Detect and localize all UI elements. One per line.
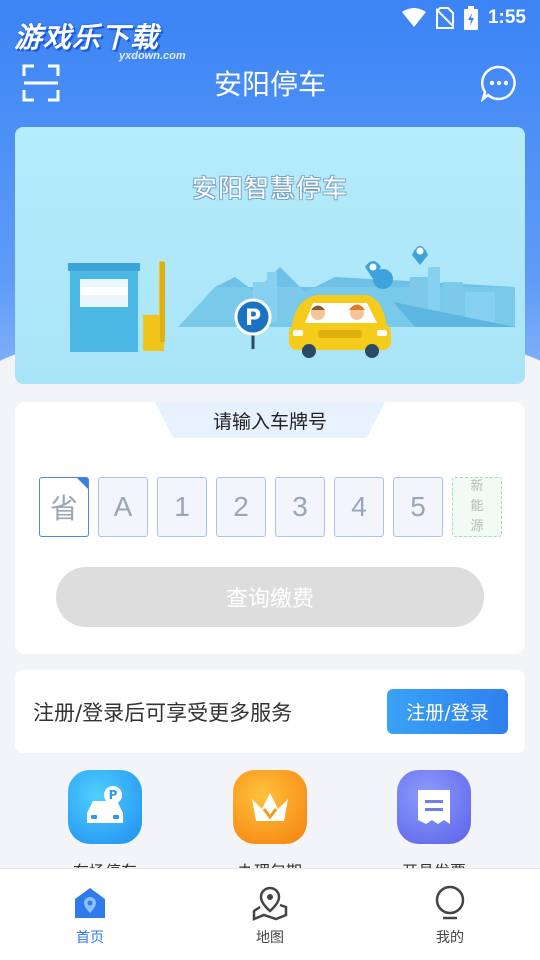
crown-icon — [233, 770, 307, 844]
banner[interactable]: P 安阳智慧停车 — [15, 127, 525, 384]
no-sim-icon — [435, 7, 454, 29]
app-bar: 安阳停车 — [0, 58, 540, 108]
nav-profile-label: 我的 — [436, 930, 464, 946]
bottom-nav: 首页 地图 我的 — [0, 868, 540, 960]
nav-profile[interactable]: 我的 — [360, 869, 540, 960]
feature-parking[interactable]: P 在场停车 — [45, 770, 165, 882]
plate-cell-new-energy[interactable]: 新 能 源 — [452, 477, 502, 537]
map-icon — [252, 886, 288, 921]
plate-input-tab: 请输入车牌号 — [155, 402, 385, 438]
watermark-logo: 游戏乐下载 yxdown.com — [14, 16, 186, 62]
new-energy-char-3: 源 — [470, 519, 484, 534]
battery-icon — [463, 6, 478, 30]
scan-icon[interactable] — [22, 64, 60, 102]
new-energy-char-2: 能 — [470, 499, 484, 514]
feature-grid: P 在场停车 办理包期 开具发票 — [0, 770, 540, 881]
banner-illustration: P — [68, 246, 515, 358]
plate-cell-4[interactable]: 2 — [216, 477, 266, 537]
nav-map[interactable]: 地图 — [180, 869, 360, 960]
plate-cell-6[interactable]: 4 — [334, 477, 384, 537]
svg-text:P: P — [245, 306, 261, 331]
query-payment-button[interactable]: 查询缴费 — [56, 567, 484, 627]
new-energy-char-1: 新 — [470, 479, 484, 494]
plate-cell-3[interactable]: 1 — [157, 477, 207, 537]
plate-cells: 省 A 1 2 3 4 5 新 能 源 — [39, 477, 502, 537]
nav-home-label: 首页 — [76, 930, 104, 946]
nav-map-label: 地图 — [256, 930, 284, 946]
plate-cell-7[interactable]: 5 — [393, 477, 443, 537]
plate-cell-province[interactable]: 省 — [39, 477, 89, 537]
nav-home[interactable]: 首页 — [0, 869, 180, 960]
invoice-icon — [397, 770, 471, 844]
svg-text:P: P — [109, 788, 118, 802]
register-login-button[interactable]: 注册/登录 — [387, 689, 508, 734]
message-more-icon[interactable] — [480, 64, 518, 102]
banner-title: 安阳智慧停车 — [191, 174, 348, 203]
profile-icon — [435, 885, 465, 920]
plate-cell-5[interactable]: 3 — [275, 477, 325, 537]
plate-cell-2[interactable]: A — [98, 477, 148, 537]
status-time: 1:55 — [487, 7, 526, 28]
page-title: 安阳停车 — [213, 68, 326, 101]
login-prompt-card: 注册/登录后可享受更多服务 注册/登录 — [15, 670, 525, 753]
login-prompt-text: 注册/登录后可享受更多服务 — [33, 700, 293, 725]
feature-invoice[interactable]: 开具发票 — [374, 770, 494, 882]
parking-car-icon: P — [68, 770, 142, 844]
plate-input-card: 请输入车牌号 省 A 1 2 3 4 5 新 能 源 查询缴费 — [15, 402, 525, 654]
home-icon — [75, 888, 105, 918]
watermark-text: 游戏乐下载 — [14, 22, 160, 53]
wifi-icon — [401, 8, 426, 27]
feature-package[interactable]: 办理包期 — [210, 770, 330, 882]
